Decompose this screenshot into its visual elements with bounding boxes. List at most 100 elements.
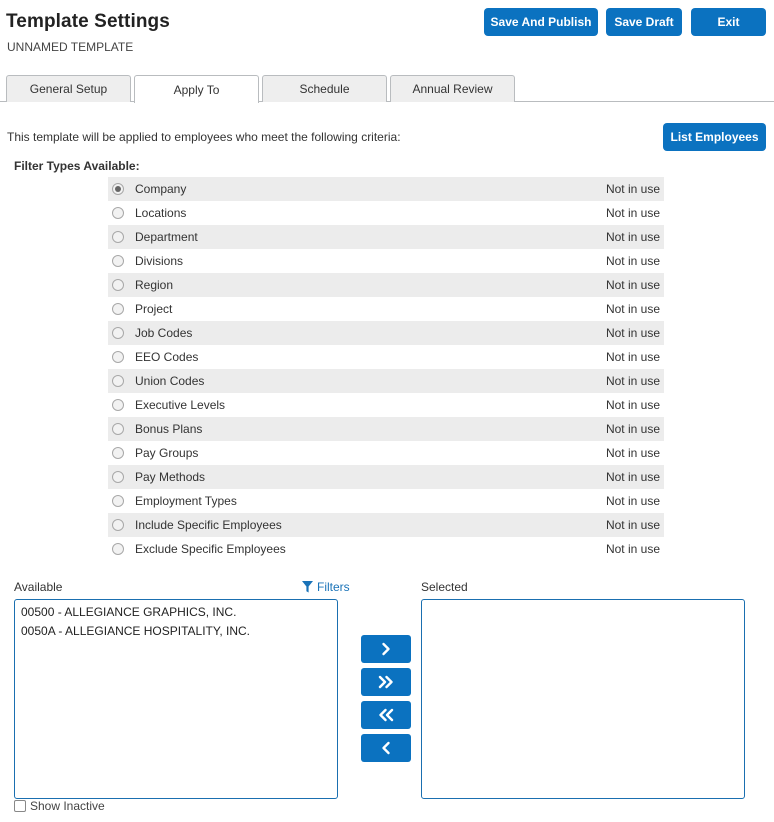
filter-status: Not in use [605, 470, 660, 484]
filter-row-pay-methods[interactable]: Pay Methods Not in use [108, 465, 664, 489]
move-all-left-button[interactable] [361, 701, 411, 729]
radio-button[interactable] [112, 327, 124, 339]
filter-label: Locations [135, 206, 187, 220]
filter-row-include-specific-employees[interactable]: Include Specific Employees Not in use [108, 513, 664, 537]
save-draft-button[interactable]: Save Draft [606, 8, 682, 36]
tab-label: General Setup [29, 82, 108, 96]
filter-row-job-codes[interactable]: Job Codes Not in use [108, 321, 664, 345]
filter-row-department[interactable]: Department Not in use [108, 225, 664, 249]
filter-label: Exclude Specific Employees [135, 542, 286, 556]
filter-label: Project [135, 302, 173, 316]
filter-status: Not in use [605, 518, 660, 532]
selected-listbox[interactable] [421, 599, 745, 799]
radio-button[interactable] [112, 255, 124, 267]
filter-status: Not in use [605, 230, 660, 244]
filter-status: Not in use [605, 302, 660, 316]
filter-row-region[interactable]: Region Not in use [108, 273, 664, 297]
filter-row-pay-groups[interactable]: Pay Groups Not in use [108, 441, 664, 465]
filter-label: Pay Methods [135, 470, 206, 484]
show-inactive-label: Show Inactive [30, 799, 105, 813]
filter-status: Not in use [605, 542, 660, 556]
filter-label: Company [135, 182, 187, 196]
filter-row-employment-types[interactable]: Employment Types Not in use [108, 489, 664, 513]
move-selected-right-button[interactable] [361, 635, 411, 663]
chevron-left-icon [382, 741, 390, 755]
double-chevron-left-icon [379, 708, 394, 722]
filter-row-eeo-codes[interactable]: EEO Codes Not in use [108, 345, 664, 369]
radio-button[interactable] [112, 447, 124, 459]
list-item[interactable]: 0050A - ALLEGIANCE HOSPITALITY, INC. [15, 622, 337, 641]
filter-row-bonus-plans[interactable]: Bonus Plans Not in use [108, 417, 664, 441]
radio-button[interactable] [112, 471, 124, 483]
radio-button[interactable] [112, 375, 124, 387]
filter-row-exclude-specific-employees[interactable]: Exclude Specific Employees Not in use [108, 537, 664, 561]
filter-status: Not in use [605, 398, 660, 412]
filter-icon [302, 581, 313, 593]
filters-link[interactable]: Filters [302, 580, 350, 594]
criteria-description: This template will be applied to employe… [7, 130, 401, 144]
filter-status: Not in use [605, 182, 660, 196]
show-inactive-checkbox[interactable] [14, 800, 26, 812]
radio-button[interactable] [112, 399, 124, 411]
double-chevron-right-icon [378, 675, 393, 689]
available-label: Available [14, 580, 63, 594]
filter-row-union-codes[interactable]: Union Codes Not in use [108, 369, 664, 393]
tab-label: Apply To [173, 82, 220, 97]
filter-status: Not in use [605, 374, 660, 388]
available-listbox[interactable]: 00500 - ALLEGIANCE GRAPHICS, INC. 0050A … [14, 599, 338, 799]
filter-label: Employment Types [135, 494, 237, 508]
filter-status: Not in use [605, 326, 660, 340]
filter-label: EEO Codes [135, 350, 199, 364]
filter-status: Not in use [605, 350, 660, 364]
filter-label: Union Codes [135, 374, 205, 388]
filter-label: Department [135, 230, 198, 244]
radio-button[interactable] [112, 183, 124, 195]
list-employees-button[interactable]: List Employees [663, 123, 766, 151]
radio-button[interactable] [112, 303, 124, 315]
filter-status: Not in use [605, 206, 660, 220]
filter-status: Not in use [605, 446, 660, 460]
radio-button[interactable] [112, 519, 124, 531]
show-inactive-option[interactable]: Show Inactive [14, 799, 105, 813]
filter-status: Not in use [605, 254, 660, 268]
filter-label: Divisions [135, 254, 184, 268]
filter-types-heading: Filter Types Available: [14, 159, 140, 173]
radio-button[interactable] [112, 495, 124, 507]
radio-button[interactable] [112, 423, 124, 435]
filter-row-locations[interactable]: Locations Not in use [108, 201, 664, 225]
exit-button[interactable]: Exit [691, 8, 766, 36]
filter-row-company[interactable]: Company Not in use [108, 177, 664, 201]
filter-row-project[interactable]: Project Not in use [108, 297, 664, 321]
radio-button[interactable] [112, 543, 124, 555]
tab-label: Schedule [299, 82, 350, 96]
filters-link-label: Filters [317, 580, 350, 594]
radio-button[interactable] [112, 231, 124, 243]
filter-label: Pay Groups [135, 446, 199, 460]
filter-row-divisions[interactable]: Divisions Not in use [108, 249, 664, 273]
filter-label: Region [135, 278, 174, 292]
template-name: UNNAMED TEMPLATE [7, 40, 134, 54]
move-all-right-button[interactable] [361, 668, 411, 696]
filter-type-list: Company Not in use Locations Not in use De… [108, 177, 664, 561]
filter-label: Include Specific Employees [135, 518, 282, 532]
filter-status: Not in use [605, 278, 660, 292]
page-title: Template Settings [6, 11, 170, 32]
filter-status: Not in use [605, 422, 660, 436]
radio-button[interactable] [112, 207, 124, 219]
radio-button[interactable] [112, 279, 124, 291]
tab-schedule[interactable]: Schedule [262, 75, 387, 102]
tab-general-setup[interactable]: General Setup [6, 75, 131, 102]
move-selected-left-button[interactable] [361, 734, 411, 762]
filter-row-executive-levels[interactable]: Executive Levels Not in use [108, 393, 664, 417]
save-and-publish-button[interactable]: Save And Publish [484, 8, 598, 36]
filter-label: Executive Levels [135, 398, 226, 412]
tab-annual-review[interactable]: Annual Review [390, 75, 515, 102]
list-item[interactable]: 00500 - ALLEGIANCE GRAPHICS, INC. [15, 603, 337, 622]
tab-apply-to[interactable]: Apply To [134, 75, 259, 103]
filter-label: Job Codes [135, 326, 193, 340]
chevron-right-icon [382, 642, 390, 656]
filter-status: Not in use [605, 494, 660, 508]
selected-label: Selected [421, 580, 468, 594]
tab-label: Annual Review [412, 82, 493, 96]
radio-button[interactable] [112, 351, 124, 363]
